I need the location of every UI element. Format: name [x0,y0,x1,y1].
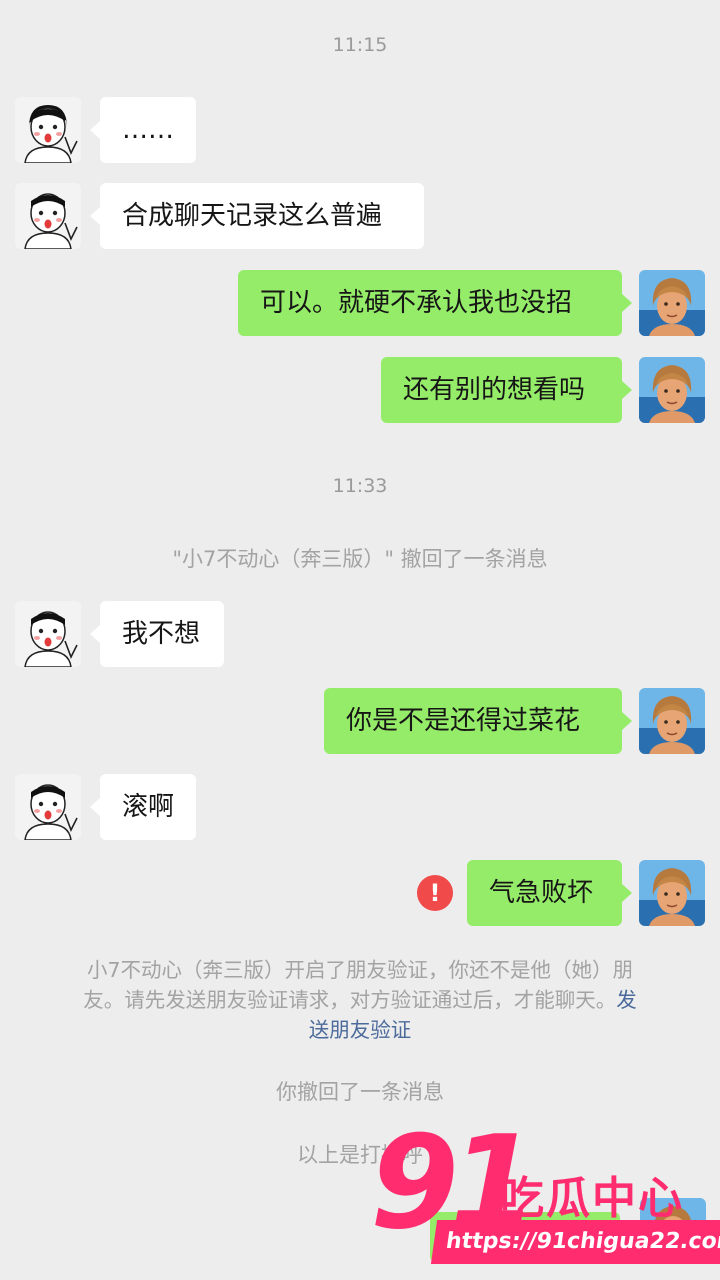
user-avatar[interactable] [639,688,705,754]
system-recall-notice: "小7不动心（奔三版）" 撤回了一条消息 [172,547,548,571]
send-verification-link[interactable]: 发 [616,988,637,1012]
watermark-url: https://91chigua22.com [430,1220,720,1264]
message-bubble-incoming[interactable]: 合成聊天记录这么普遍 [90,183,424,249]
message-bubble-incoming[interactable]: 我不想 [90,601,224,667]
contact-avatar[interactable] [15,601,81,667]
message-bubble-outgoing[interactable]: 还有别的想看吗 [381,357,632,423]
chat-view: 11:15 …… 合成聊天记录这么普遍 可以。就硬不承认我也没招 还有别的想看吗… [0,0,720,1280]
timestamp: 11:15 [332,34,388,56]
contact-avatar[interactable] [15,183,81,249]
error-icon[interactable]: ! [417,875,453,911]
timestamp: 11:33 [332,475,388,497]
message-bubble-outgoing[interactable]: 你是不是还得过菜花 [324,688,632,754]
system-recall-self: 你撤回了一条消息 [276,1080,444,1104]
user-avatar[interactable] [639,357,705,423]
message-bubble-incoming[interactable]: 滚啊 [90,774,196,840]
user-avatar[interactable] [639,270,705,336]
message-bubble-incoming[interactable]: …… [90,97,196,163]
message-bubble-outgoing[interactable]: 可以。就硬不承认我也没招 [238,270,632,336]
watermark: 91 吃瓜中心 https://91chigua22.com [360,1120,720,1280]
user-avatar[interactable] [639,860,705,926]
contact-avatar[interactable] [15,97,81,163]
contact-avatar[interactable] [15,774,81,840]
notice-text: 友。请先发送朋友验证请求，对方验证通过后，才能聊天。 [83,988,617,1012]
send-verification-link[interactable]: 送朋友验证 [40,1015,680,1045]
message-bubble-outgoing-failed[interactable]: 气急败坏 [467,860,632,926]
notice-line: 小7不动心（奔三版）开启了朋友验证，你还不是他（她）朋 [86,958,634,982]
notice-line: 友。请先发送朋友验证请求，对方验证通过后，才能聊天。发 [40,985,680,1015]
watermark-name: 吃瓜中心 [500,1173,684,1224]
friend-verification-notice: 小7不动心（奔三版）开启了朋友验证，你还不是他（她）朋 友。请先发送朋友验证请求… [40,955,680,1045]
